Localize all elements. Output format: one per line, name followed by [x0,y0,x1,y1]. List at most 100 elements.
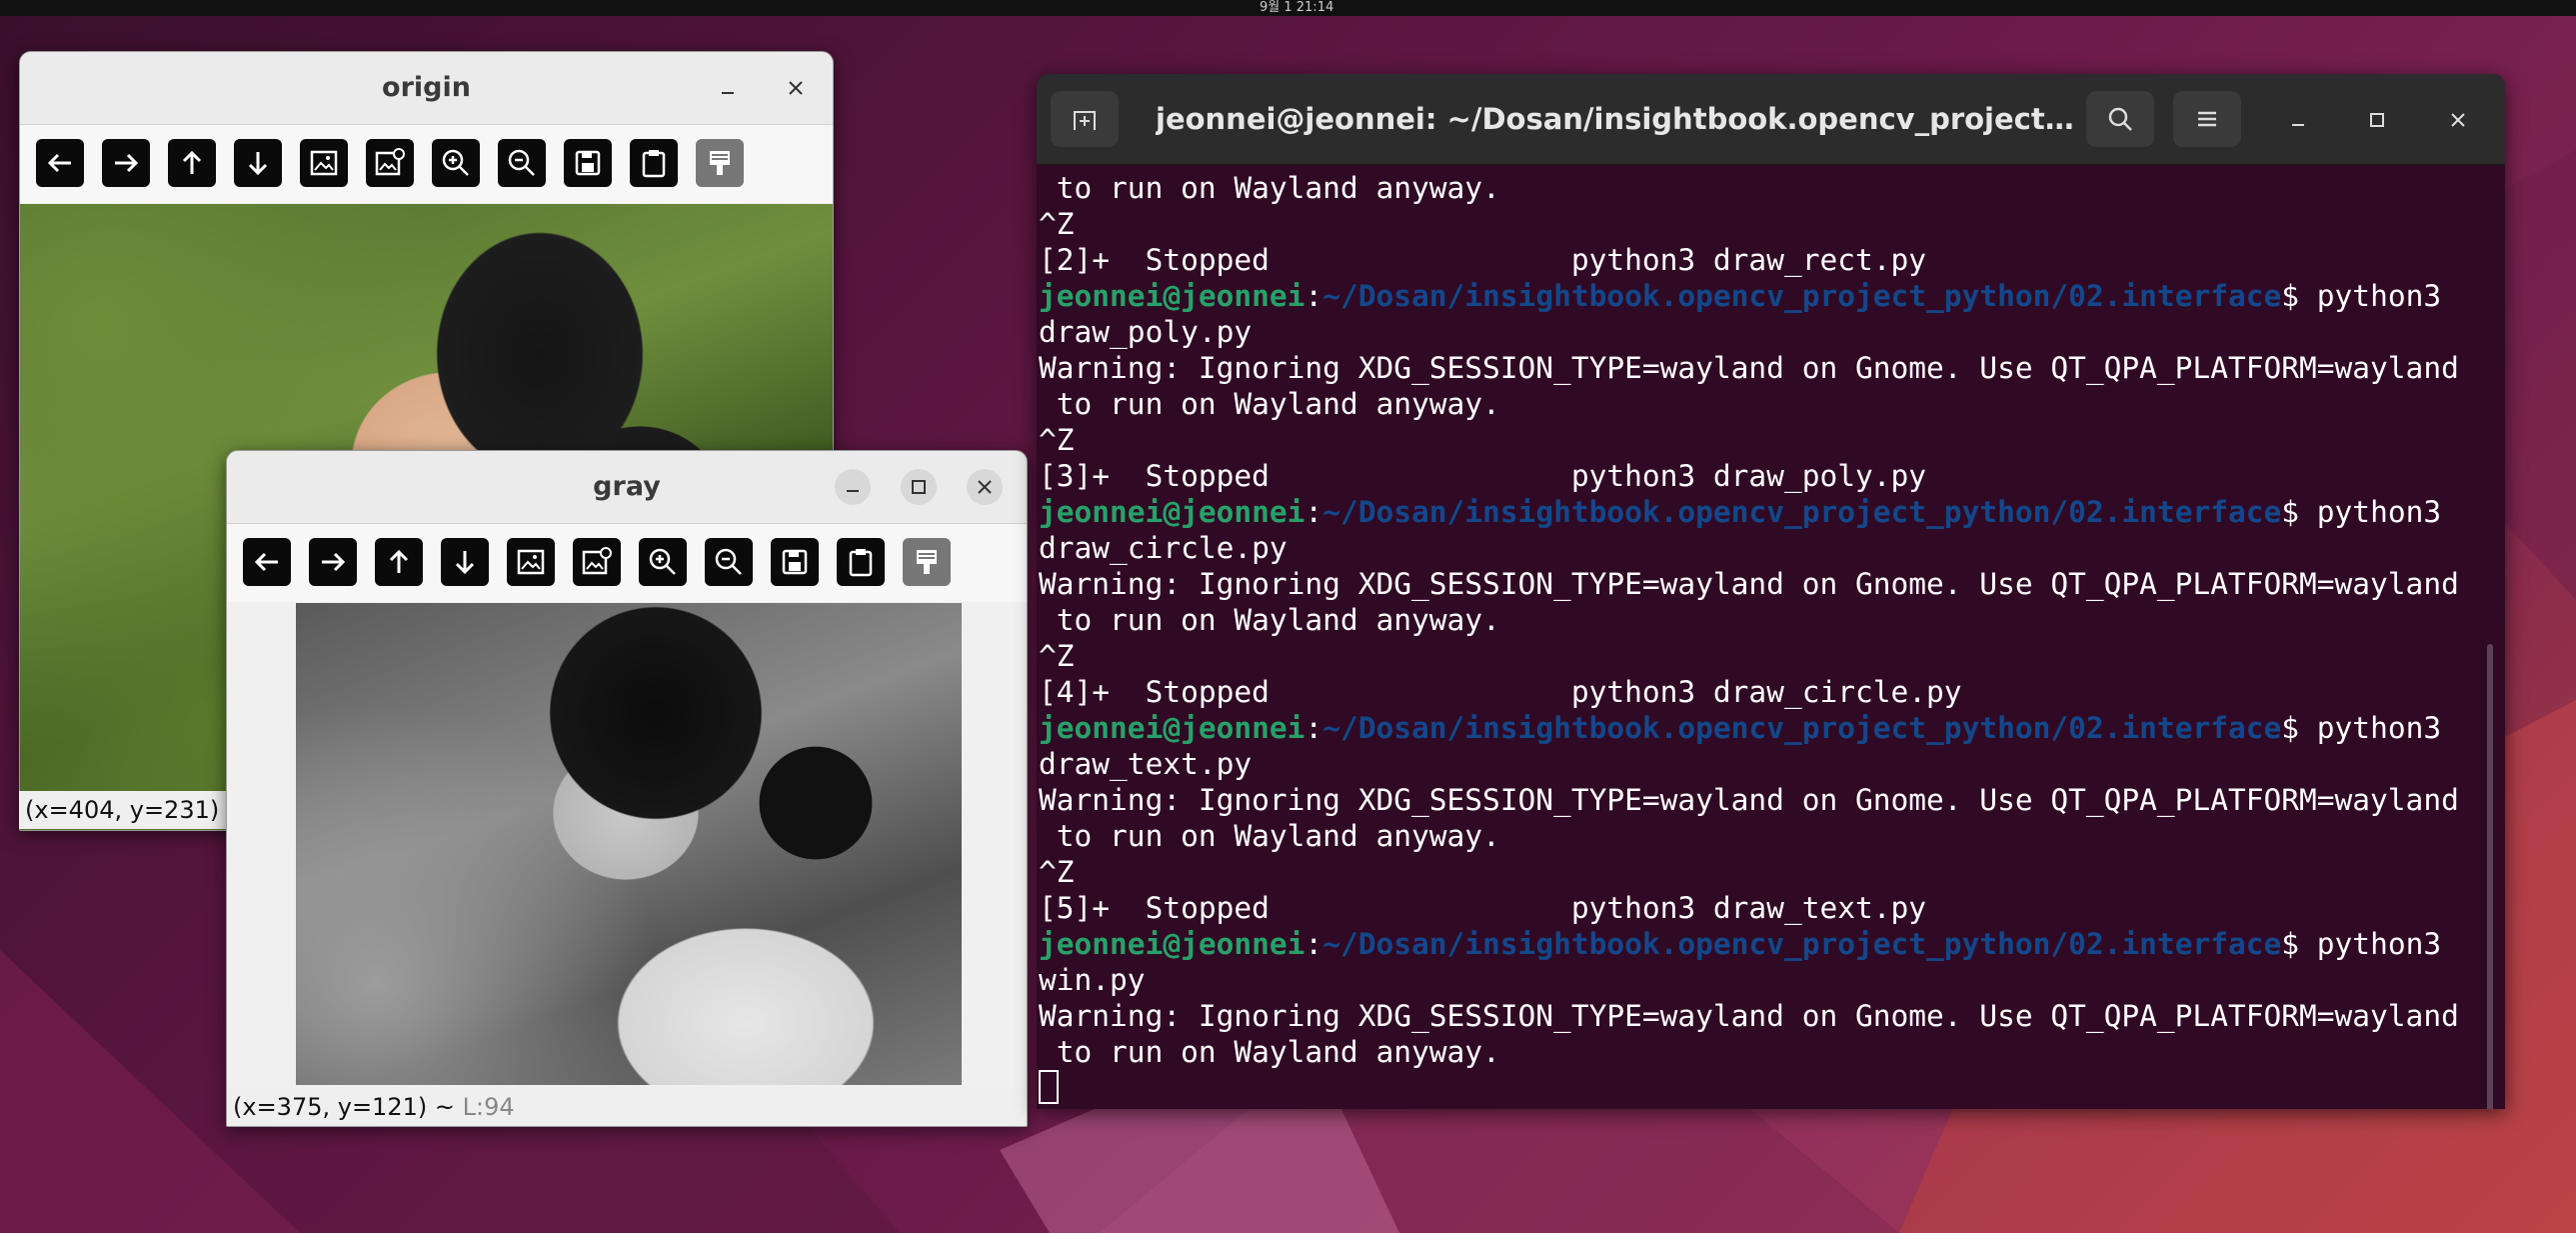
terminal-prompt-line: jeonnei@jeonnei:~/Dosan/insightbook.open… [1039,710,2481,746]
terminal-line: ^Z [1039,423,1075,457]
prompt-separator: : [1304,279,1323,313]
prompt-separator: : [1304,495,1323,529]
clock[interactable]: 9월 1 21:14 [1260,0,1333,15]
hamburger-menu-icon [2198,111,2216,127]
save-icon [782,549,808,575]
zoom-out-button[interactable] [498,139,546,187]
new-tab-button[interactable] [1051,91,1119,147]
pan-down-button[interactable] [234,139,282,187]
terminal-line: Warning: Ignoring XDG_SESSION_TYPE=wayla… [1039,999,2459,1033]
gray-image[interactable] [296,603,962,1085]
menu-button[interactable] [2173,91,2241,147]
arrow-right-icon [322,552,346,572]
terminal-line: [4]+ Stopped python3 draw_circle.py [1039,675,1962,709]
arrow-down-icon [455,551,475,575]
gray-luminance: L:94 [462,1093,515,1121]
adjust-image-button[interactable] [573,538,621,586]
terminal-line: to run on Wayland anyway. [1039,171,1500,205]
gray-coordinates: (x=375, y=121) ~ [233,1093,455,1121]
terminal-line: Warning: Ignoring XDG_SESSION_TYPE=wayla… [1039,783,2459,817]
copy-clipboard-button[interactable] [837,538,885,586]
new-tab-icon [1074,111,1096,130]
terminal-line: draw_circle.py [1039,531,1288,565]
save-button[interactable] [564,139,612,187]
terminal-line: draw_text.py [1039,747,1253,781]
minimize-button[interactable] [835,469,871,505]
pan-up-button[interactable] [168,139,216,187]
close-button[interactable] [2438,100,2478,140]
pan-down-button[interactable] [441,538,489,586]
maximize-button[interactable] [901,469,937,505]
arrow-left-icon [47,153,71,173]
clipboard-icon [849,549,873,577]
terminal-input-line[interactable] [1039,1070,2481,1106]
terminal-prompt-line: jeonnei@jeonnei:~/Dosan/insightbook.open… [1039,926,2481,962]
properties-button[interactable] [903,538,951,586]
minimize-icon [2292,124,2304,126]
maximize-button[interactable] [2357,100,2397,140]
minimize-button[interactable] [710,70,746,106]
terminal-line: win.py [1039,963,1146,997]
origin-toolbar [20,125,833,203]
zoom-in-button[interactable] [432,139,480,187]
save-button[interactable] [771,538,819,586]
prompt-path: ~/Dosan/insightbook.opencv_project_pytho… [1322,279,2282,313]
zoom-out-icon [715,548,742,575]
gray-window[interactable]: gray (x=375, y=121) ~ L:94 [226,450,1028,1127]
copy-clipboard-button[interactable] [630,139,678,187]
terminal-line: [3]+ Stopped python3 draw_poly.py [1039,459,1927,493]
maximize-icon [2370,113,2384,127]
zoom-in-icon [442,149,469,176]
terminal-line: Warning: Ignoring XDG_SESSION_TYPE=wayla… [1039,567,2459,601]
pan-right-button[interactable] [102,139,150,187]
gray-toolbar [227,524,1027,602]
prompt-user: jeonnei@jeonnei [1039,927,1305,961]
close-icon [2451,113,2465,127]
image-settings-icon [582,547,612,575]
terminal-line: to run on Wayland anyway. [1039,1035,1500,1069]
gray-titlebar[interactable]: gray [227,451,1027,524]
terminal-window[interactable]: jeonnei@jeonnei: ~/Dosan/insightbook.ope… [1037,74,2505,1109]
zoom-in-icon [649,548,676,575]
zoom-out-button[interactable] [705,538,753,586]
arrow-right-icon [115,153,139,173]
prompt-path: ~/Dosan/insightbook.opencv_project_pytho… [1322,495,2282,529]
minimize-button[interactable] [2278,100,2318,140]
adjust-image-button[interactable] [366,139,414,187]
prompt-path: ~/Dosan/insightbook.opencv_project_pytho… [1322,711,2282,745]
terminal-line: draw_poly.py [1039,315,1253,349]
terminal-line: ^Z [1039,207,1075,241]
image-settings-icon [375,148,405,176]
arrow-down-icon [248,152,268,176]
close-button[interactable] [778,70,814,106]
terminal-title: jeonnei@jeonnei: ~/Dosan/insightbook.ope… [1156,102,2085,136]
terminal-titlebar[interactable]: jeonnei@jeonnei: ~/Dosan/insightbook.ope… [1037,74,2505,165]
zoom-original-button[interactable] [507,538,555,586]
close-button[interactable] [967,469,1003,505]
terminal-line: to run on Wayland anyway. [1039,387,1500,421]
terminal-scrollbar[interactable] [2487,644,2493,1109]
prompt-separator: : [1304,711,1323,745]
prompt-command: $ python3 [2281,927,2442,961]
prompt-user: jeonnei@jeonnei [1039,495,1305,529]
text-cursor [1039,1070,1059,1104]
terminal-line: ^Z [1039,855,1075,889]
gray-statusbar: (x=375, y=121) ~ L:94 [227,1088,1027,1126]
terminal-output[interactable]: to run on Wayland anyway. ^Z [2]+ Stoppe… [1039,170,2481,1109]
pan-left-button[interactable] [243,538,291,586]
pan-right-button[interactable] [309,538,357,586]
origin-titlebar[interactable]: origin [20,52,833,125]
terminal-line: ^Z [1039,639,1075,673]
search-button[interactable] [2086,91,2154,147]
clipboard-icon [642,150,666,178]
prompt-user: jeonnei@jeonnei [1039,711,1305,745]
properties-button[interactable] [696,139,744,187]
pan-left-button[interactable] [36,139,84,187]
prompt-command: $ python3 [2281,495,2442,529]
zoom-original-button[interactable] [300,139,348,187]
zoom-in-button[interactable] [639,538,687,586]
terminal-line: to run on Wayland anyway. [1039,819,1500,853]
arrow-up-icon [389,549,409,573]
pan-up-button[interactable] [375,538,423,586]
terminal-line: Warning: Ignoring XDG_SESSION_TYPE=wayla… [1039,351,2459,385]
